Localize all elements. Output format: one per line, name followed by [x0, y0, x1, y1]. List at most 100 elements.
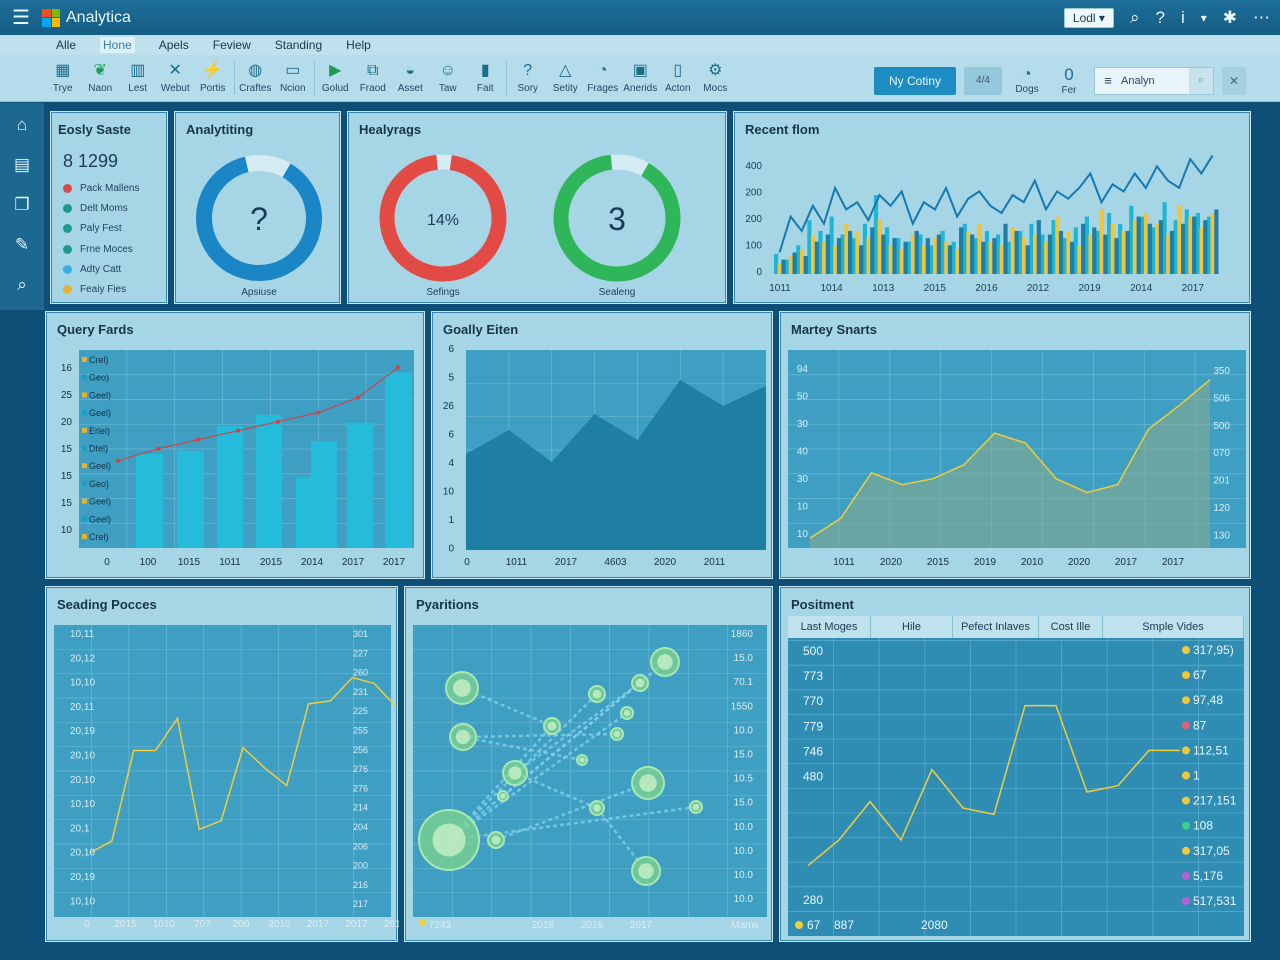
close-button[interactable]: ✕: [1222, 66, 1246, 95]
legend-swatch: [420, 920, 425, 925]
search-icon[interactable]: ⌕: [17, 275, 27, 295]
healyrags-panel: Healyrags 14% Sefings 3 Sealeng: [347, 111, 727, 304]
tool-mocs[interactable]: ⚙ Mocs: [697, 62, 735, 94]
bar: [1070, 241, 1075, 274]
y-tick: 20,10: [70, 775, 95, 786]
trend-point: [355, 395, 361, 400]
y-tick-right: 70.1: [734, 677, 754, 688]
tool-fait[interactable]: ▮ Fait: [467, 62, 505, 94]
tool-portis[interactable]: ⚡ Portis: [194, 62, 232, 94]
search-field[interactable]: ≡ Analyn ⌕: [1094, 66, 1214, 95]
bar-icon: ▥: [130, 62, 146, 79]
row-value-right: 5,176: [1193, 869, 1223, 883]
value-dot-icon: [1182, 721, 1190, 730]
copy-icon[interactable]: ❐: [14, 195, 29, 215]
tool-anerids[interactable]: ▣ Anerids: [622, 62, 660, 94]
bar: [1092, 227, 1097, 274]
info-icon[interactable]: i: [1181, 8, 1185, 28]
pyaritions-panel: Pyaritions 1860 15.0 70.1 1550 10.0 15.0 10.5 1…: [404, 586, 773, 942]
search-icon[interactable]: ⌕: [1130, 8, 1140, 28]
tool-sory[interactable]: ? Sory: [509, 62, 547, 94]
tool-golud[interactable]: ▶ Golud: [317, 62, 355, 94]
tool-ncion[interactable]: ▭ Ncion: [274, 62, 312, 94]
trend-point: [275, 419, 281, 424]
legend-item: Paly Fest: [63, 219, 139, 239]
bar: [1147, 223, 1152, 274]
search-icon[interactable]: ⌕: [1189, 67, 1213, 94]
settings-icon[interactable]: ✱: [1223, 8, 1237, 28]
donut-caption: Sealeng: [599, 287, 636, 298]
bar: [907, 241, 912, 274]
legend-label: Feaiy Fies: [80, 284, 127, 296]
menu-item-apels[interactable]: Apels: [159, 38, 189, 52]
row-value-right: 517,531: [1193, 894, 1237, 908]
bar: [940, 230, 945, 274]
tool-acton[interactable]: ▯ Acton: [659, 62, 697, 94]
legend-swatch: [82, 427, 87, 433]
x-tick: 200: [233, 919, 250, 930]
tool-trye[interactable]: ▦ Trye: [44, 62, 82, 94]
tool-label: Frages: [587, 83, 619, 94]
column-header[interactable]: Last Moges: [788, 616, 871, 638]
tool-lest[interactable]: ▥ Lest: [119, 62, 157, 94]
y-tick-right: 301: [353, 629, 368, 639]
tool-craftes[interactable]: ◍ Craftes: [237, 62, 275, 94]
legend-label: Geel): [89, 514, 111, 524]
tool-label: Naon: [88, 83, 113, 94]
legend-label: Pack Mallens: [80, 182, 140, 194]
chevron-down-icon[interactable]: ▾: [1201, 11, 1207, 25]
x-tick: 2014: [1130, 283, 1153, 294]
menu-item-alle[interactable]: Alle: [56, 38, 76, 52]
tool-fraod[interactable]: ⧉ Fraod: [354, 62, 392, 94]
donut-center: 14%: [427, 212, 459, 229]
bar: [1158, 220, 1163, 274]
bar: [774, 253, 779, 274]
x-tick: 2015: [927, 557, 950, 568]
tool-taw[interactable]: ☺ Taw: [429, 62, 467, 94]
column-header[interactable]: Cost Ille: [1039, 616, 1103, 638]
menu-item-hone[interactable]: Hone: [100, 37, 135, 53]
y-tick-right: 260: [353, 668, 368, 678]
footer-value: 2080: [921, 918, 948, 932]
edit-icon[interactable]: ✎: [15, 235, 29, 255]
help-icon[interactable]: ?: [1155, 8, 1164, 28]
x-tick: 2015: [114, 919, 137, 930]
load-dropdown[interactable]: Lodl ▾: [1063, 7, 1114, 28]
bar: [1073, 227, 1078, 274]
x-tick: 2017: [345, 919, 368, 930]
more-icon[interactable]: ⋯: [1253, 8, 1270, 28]
bar: [1084, 216, 1089, 274]
legend-item: Delt Moms: [63, 198, 139, 218]
bar: [892, 238, 897, 274]
tool-webut[interactable]: ✕ Webut: [157, 62, 195, 94]
tool-asset[interactable]: ◒ Asset: [392, 62, 430, 94]
bar: [1118, 223, 1123, 274]
bar: [1025, 245, 1030, 274]
tool-label: Ncion: [279, 83, 306, 94]
column-header[interactable]: Pefect Inlaves: [953, 616, 1039, 638]
column-header[interactable]: Hile: [871, 616, 953, 638]
tool-frages[interactable]: ◔ Frages: [584, 62, 622, 94]
summary-big-number: 8 1299: [63, 151, 119, 171]
clipboard-icon[interactable]: ▤: [14, 155, 30, 175]
home-icon[interactable]: ⌂: [17, 115, 27, 135]
bowl-icon: ◒: [405, 62, 416, 79]
dogs-tool[interactable]: ◔ Dogs: [1010, 66, 1044, 95]
shapes-icon: ⧉: [367, 62, 379, 79]
menu-item-standing[interactable]: Standing: [275, 38, 322, 52]
y-tick-right: 204: [353, 822, 368, 832]
page-counter-button[interactable]: 4/4: [964, 66, 1002, 95]
primary-action-button[interactable]: Ny Cotiny: [874, 66, 956, 95]
menu-item-help[interactable]: Help: [346, 38, 371, 52]
tool-setity[interactable]: △ Setity: [547, 62, 585, 94]
value-dot-icon: [1182, 646, 1190, 654]
bar: [792, 252, 797, 274]
column-header[interactable]: Smple Vides: [1103, 616, 1244, 638]
tool-naon[interactable]: ❦ Naon: [82, 62, 120, 94]
bar: [951, 241, 956, 274]
fear-tool[interactable]: 0 Fer: [1052, 65, 1086, 96]
menu-item-feview[interactable]: Feview: [213, 38, 251, 52]
hamburger-menu-icon[interactable]: ☰: [0, 0, 42, 35]
legend-item: Pack Mallens: [63, 178, 139, 198]
x-tick: 4603: [604, 557, 627, 568]
